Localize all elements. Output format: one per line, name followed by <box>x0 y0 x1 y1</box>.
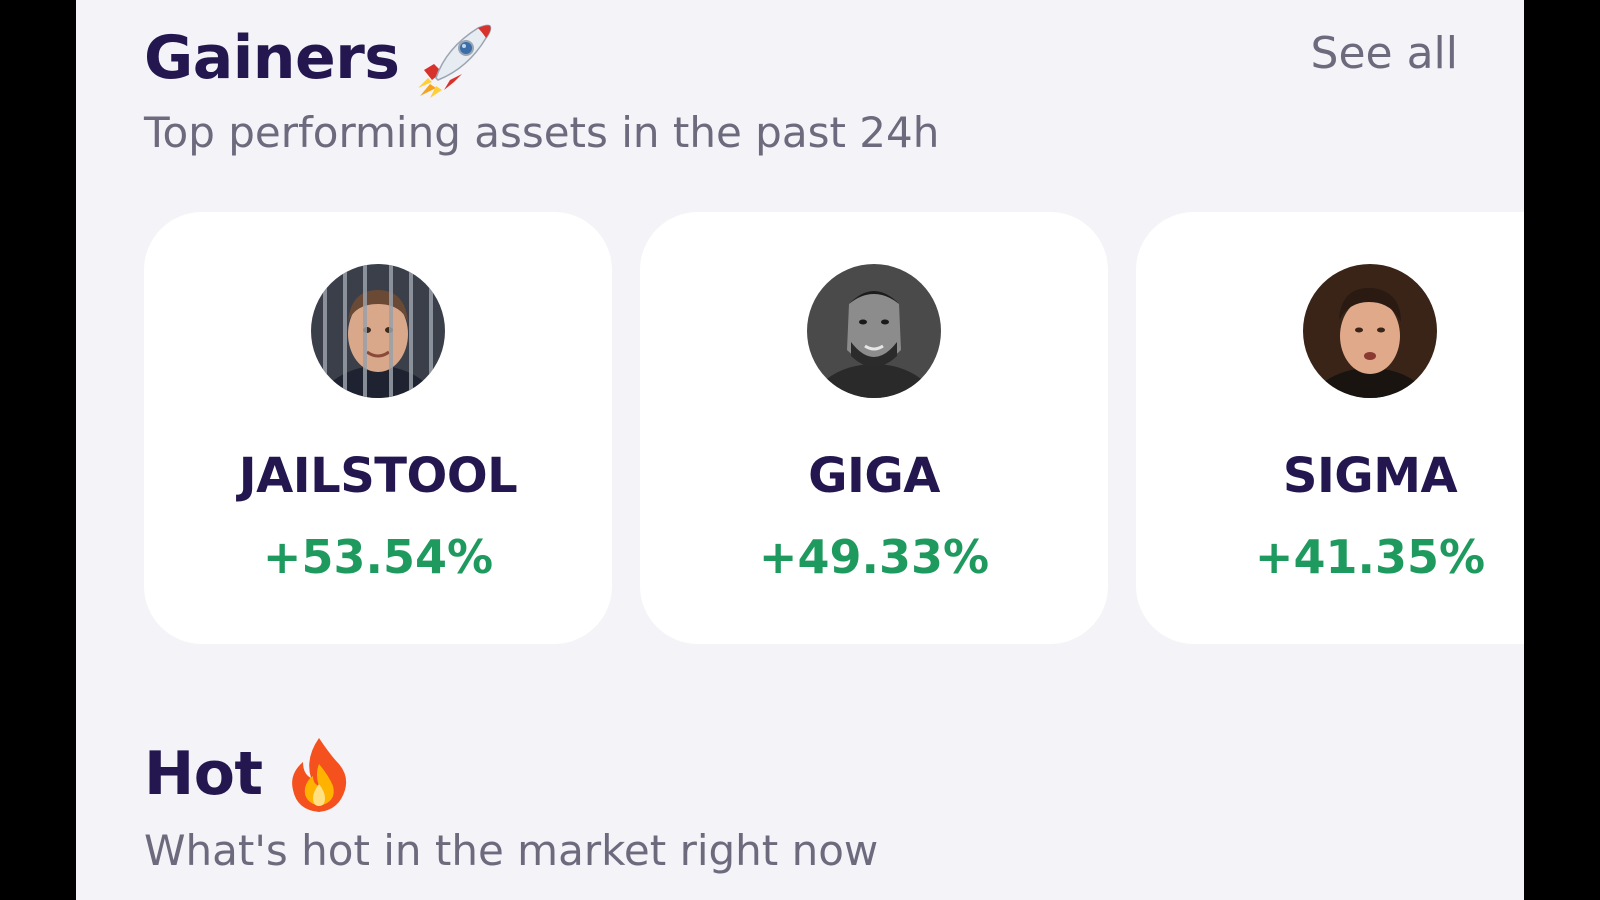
app-screen: Gainers See all Top performing assets in <box>76 0 1524 900</box>
gainer-card[interactable]: SIGMA +41.35% <box>1136 212 1524 644</box>
asset-name: SIGMA <box>1282 448 1458 504</box>
asset-name: GIGA <box>808 448 940 504</box>
asset-name: JAILSTOOL <box>238 448 518 504</box>
gainers-card-list: JAILSTOOL +53.54% GIGA +49.33% SIGMA +41… <box>144 212 1524 644</box>
hot-title: Hot <box>144 739 263 809</box>
hot-subtitle: What's hot in the market right now <box>144 826 879 875</box>
gainer-card[interactable]: GIGA +49.33% <box>640 212 1108 644</box>
jailstool-avatar <box>311 264 445 398</box>
rocket-icon <box>416 18 496 98</box>
sigma-avatar <box>1303 264 1437 398</box>
gainers-header: Gainers <box>144 18 496 98</box>
giga-avatar <box>807 264 941 398</box>
see-all-button[interactable]: See all <box>1311 28 1458 79</box>
gainers-title: Gainers <box>144 23 400 93</box>
gainers-subtitle: Top performing assets in the past 24h <box>144 108 940 157</box>
asset-change: +41.35% <box>1254 530 1486 584</box>
hot-header: Hot <box>144 734 359 814</box>
asset-change: +53.54% <box>262 530 494 584</box>
fire-icon <box>279 734 359 814</box>
gainer-card[interactable]: JAILSTOOL +53.54% <box>144 212 612 644</box>
asset-change: +49.33% <box>758 530 990 584</box>
